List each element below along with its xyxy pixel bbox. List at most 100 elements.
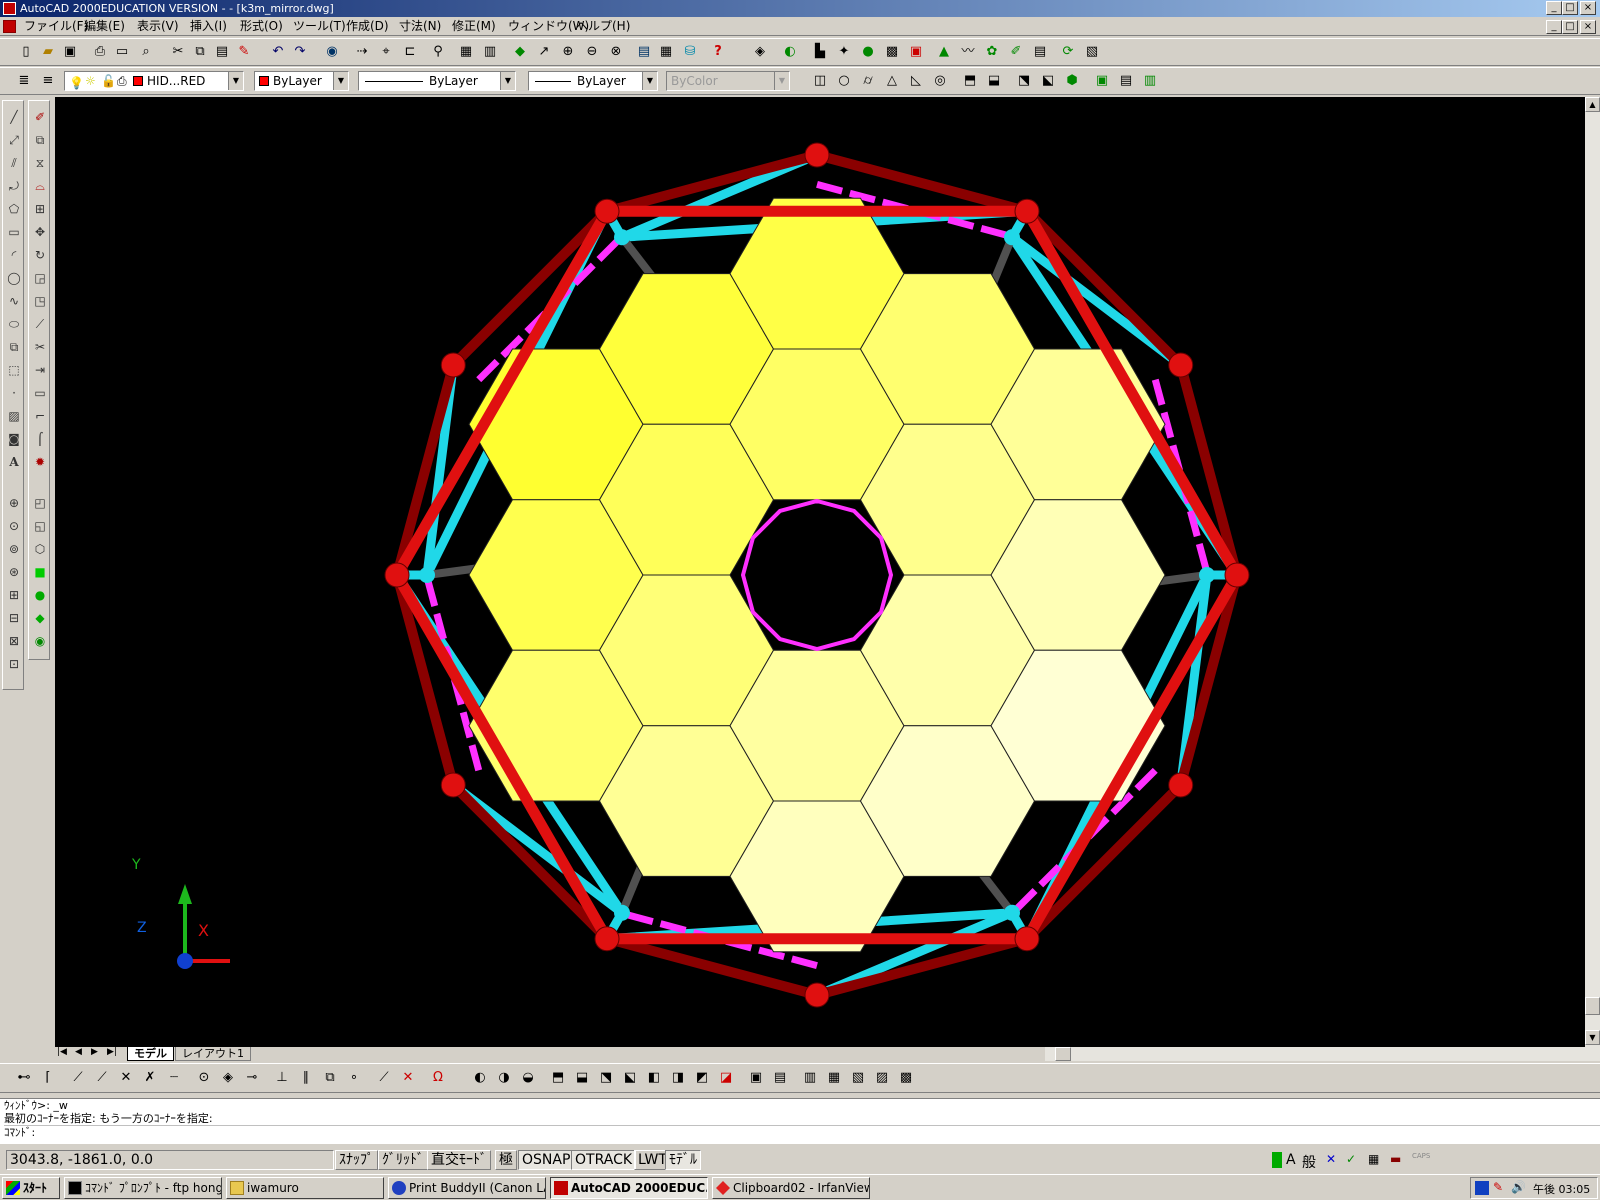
snap-perpendicular-icon[interactable]: ⊥	[272, 1068, 292, 1088]
view-front-icon[interactable]: ◱	[31, 516, 49, 536]
menu-edit[interactable]: 編集(E)	[84, 19, 125, 34]
tray-grid-icon[interactable]: ▦	[1368, 1152, 1379, 1166]
tray-book-icon[interactable]: ▬	[1390, 1152, 1401, 1166]
view-4-icon[interactable]: ▦	[824, 1068, 844, 1088]
wedge-icon[interactable]: ◺	[906, 71, 926, 91]
maximize-button[interactable]: □	[1562, 1, 1578, 15]
solid-edit-7-icon[interactable]: ◩	[692, 1068, 712, 1088]
first-tab-arrow[interactable]: |◀	[57, 1047, 67, 1057]
move-icon[interactable]: ✥	[31, 222, 49, 242]
explode-icon[interactable]: ✹	[31, 452, 49, 472]
cone-icon[interactable]: △	[882, 71, 902, 91]
view-2-icon[interactable]: ▤	[770, 1068, 790, 1088]
scroll-down-arrow[interactable]: ▼	[1585, 1030, 1600, 1045]
snap-endpoint-icon[interactable]: ⟋	[68, 1068, 88, 1088]
snap-extension-icon[interactable]: ┈	[164, 1068, 184, 1088]
menu-file[interactable]: ファイル(F)	[24, 19, 88, 34]
make-block-icon[interactable]: ⬚	[5, 360, 23, 380]
redo-icon[interactable]: ↷	[290, 42, 310, 62]
ime-kana-indicator[interactable]: 般	[1302, 1152, 1316, 1172]
horizontal-scrollbar[interactable]	[1045, 1047, 1600, 1061]
help-icon[interactable]: ?	[708, 42, 728, 62]
tray-check-icon[interactable]: ✓	[1346, 1152, 1356, 1166]
offset-icon[interactable]: ⌓	[31, 176, 49, 196]
snap-toggle[interactable]: ｽﾅｯﾌﾟ	[335, 1150, 378, 1170]
extend-icon[interactable]: ⇥	[31, 360, 49, 380]
open-icon[interactable]: ▰	[38, 42, 58, 62]
cylinder-icon[interactable]: ⌭	[858, 71, 878, 91]
web-icon[interactable]: ◉	[322, 42, 342, 62]
rectangle-icon[interactable]: ▭	[5, 222, 23, 242]
document-icon[interactable]	[3, 20, 16, 33]
doc-restore-button[interactable]: □	[1562, 20, 1578, 34]
next-tab-arrow[interactable]: ▶	[91, 1047, 98, 1057]
break-icon[interactable]: ▭	[31, 383, 49, 403]
snap-insert-icon[interactable]: ⧉	[320, 1068, 340, 1088]
solid-edit-1-icon[interactable]: ⬒	[548, 1068, 568, 1088]
taskbar-item-iwamuro[interactable]: iwamuro	[226, 1177, 384, 1199]
view-6-icon[interactable]: ▨	[872, 1068, 892, 1088]
solid-edit-6-icon[interactable]: ◨	[668, 1068, 688, 1088]
landscape-new-icon[interactable]: ✿	[982, 42, 1002, 62]
chevron-down-icon[interactable]: ▼	[500, 72, 515, 90]
print-icon[interactable]: ⎙	[90, 42, 110, 62]
solid-edit-3-icon[interactable]: ⬔	[596, 1068, 616, 1088]
zoom-extents-side-icon[interactable]: ⊡	[5, 654, 23, 674]
color-dropdown[interactable]: ByLayer ▼	[254, 71, 349, 91]
polygon-icon[interactable]: ⬠	[5, 199, 23, 219]
command-prompt[interactable]: ｺﾏﾝﾄﾞ:	[4, 1125, 1600, 1139]
arc-icon[interactable]: ◜	[5, 245, 23, 265]
insert-block-icon[interactable]: ⧉	[5, 337, 23, 357]
spline-icon[interactable]: ∿	[5, 291, 23, 311]
cut-icon[interactable]: ✂	[168, 42, 188, 62]
coordinates-display[interactable]: 3043.8, -1861.0, 0.0	[6, 1150, 334, 1170]
network-icon[interactable]	[1475, 1181, 1489, 1195]
linetype-dropdown[interactable]: ByLayer ▼	[358, 71, 516, 91]
setup-view-icon[interactable]: ▤	[1116, 71, 1136, 91]
sphere-left-icon[interactable]: ◐	[470, 1068, 490, 1088]
make-current-layer-icon[interactable]: ≡	[38, 71, 58, 91]
torus-icon[interactable]: ◎	[930, 71, 950, 91]
line-icon[interactable]: ╱	[5, 107, 23, 127]
zoom-all-icon[interactable]: ⊠	[5, 631, 23, 651]
volume-icon[interactable]: 🔊	[1511, 1180, 1526, 1194]
render-preferences-icon[interactable]: ⟳	[1058, 42, 1078, 62]
zoom-scale-icon[interactable]: ⊛	[5, 562, 23, 582]
temporary-tracking-icon[interactable]: ⊷	[14, 1068, 34, 1088]
design-center-icon[interactable]: ▦	[656, 42, 676, 62]
zoom-extents-icon[interactable]: ⊗	[606, 42, 626, 62]
scroll-thumb[interactable]	[1055, 1047, 1071, 1061]
viewports-icon[interactable]: ▥	[480, 42, 500, 62]
new-icon[interactable]: ▯	[16, 42, 36, 62]
copy-object-icon[interactable]: ⧉	[31, 130, 49, 150]
vertical-scrollbar[interactable]: ▲ ▼	[1585, 97, 1600, 1047]
snap-apparent-intersection-icon[interactable]: ✗	[140, 1068, 160, 1088]
doc-minimize-button[interactable]: _	[1546, 20, 1562, 34]
shade-sphere-icon[interactable]: ◉	[31, 631, 49, 651]
database-icon[interactable]: ⛁	[680, 42, 700, 62]
setup-profile-icon[interactable]: ▥	[1140, 71, 1160, 91]
extrude-icon[interactable]: ⬒	[960, 71, 980, 91]
scroll-thumb[interactable]	[1585, 997, 1600, 1015]
view-top-icon[interactable]: ◰	[31, 493, 49, 513]
fillet-icon[interactable]: ⌠	[31, 429, 49, 449]
menu-dimension[interactable]: 寸法(N)	[399, 19, 441, 34]
undo-icon[interactable]: ↶	[268, 42, 288, 62]
scroll-up-arrow[interactable]: ▲	[1585, 97, 1600, 112]
snap-none-icon[interactable]: ✕	[398, 1068, 418, 1088]
snap-nearest-icon[interactable]: ⟋	[374, 1068, 394, 1088]
solid-edit-8-icon[interactable]: ◪	[716, 1068, 736, 1088]
solid-edit-2-icon[interactable]: ⬓	[572, 1068, 592, 1088]
landscape-edit-icon[interactable]: ✐	[1006, 42, 1026, 62]
slice-icon[interactable]: ⬔	[1014, 71, 1034, 91]
last-tab-arrow[interactable]: ▶|	[107, 1047, 117, 1057]
copy-icon[interactable]: ⧉	[190, 42, 210, 62]
section-icon[interactable]: ⬕	[1038, 71, 1058, 91]
view-1-icon[interactable]: ▣	[746, 1068, 766, 1088]
match-properties-icon[interactable]: ✎	[234, 42, 254, 62]
mirror-icon[interactable]: ⧖	[31, 153, 49, 173]
view-7-icon[interactable]: ▩	[896, 1068, 916, 1088]
region-icon[interactable]: ◙	[5, 429, 23, 449]
landscape-library-icon[interactable]: ▤	[1030, 42, 1050, 62]
chevron-down-icon[interactable]: ▼	[642, 72, 657, 90]
